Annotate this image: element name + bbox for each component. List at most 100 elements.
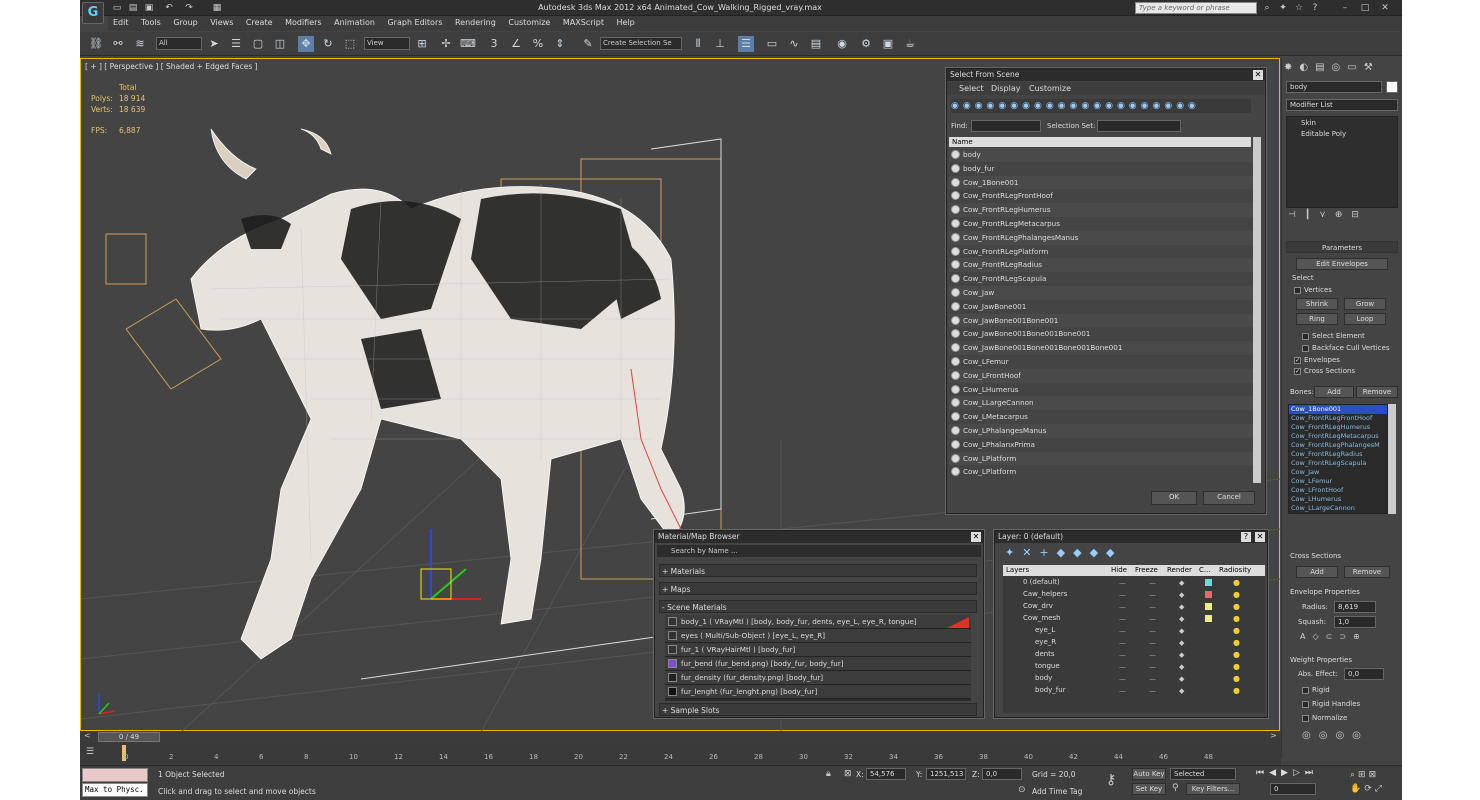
close-icon[interactable]: ✕ [1255,532,1265,542]
maps-section[interactable]: + Maps [659,582,977,595]
layer-color-swatch[interactable] [1205,591,1212,598]
graphite-toolbar-icon[interactable]: ▭ [764,36,780,52]
reference-coord-dropdown[interactable]: View [364,37,410,50]
unlink-icon[interactable]: ⚯ [110,36,126,52]
app-logo-icon[interactable]: G [82,2,104,24]
list-item[interactable]: Cow_FrontRLegScapula [1291,459,1366,468]
auto-key-button[interactable]: Auto Key [1132,768,1166,780]
sfs-find-input[interactable] [971,120,1041,132]
key-icon[interactable]: ⚷ [1106,772,1116,788]
sfs-menu-display[interactable]: Display [991,84,1021,93]
menu-help[interactable]: Help [612,16,640,29]
current-frame-input[interactable]: 0 [1270,783,1316,795]
parameters-rollout[interactable]: Parameters [1286,241,1398,253]
sfs-scrollbar[interactable] [1253,137,1261,483]
track-bar[interactable]: ☰ 0 2 4 6 8 10 12 14 16 18 20 22 24 26 2… [80,743,1281,765]
select-manipulate-icon[interactable]: ✢ [438,36,454,52]
radius-spinner[interactable]: 8,619 [1334,601,1376,613]
layer-row[interactable]: body_fur [1035,686,1066,694]
add-time-tag[interactable]: Add Time Tag [1032,787,1082,796]
list-item[interactable]: Cow_FrontRLegRadius [949,258,1253,273]
key-mode-dropdown[interactable]: Selected [1170,768,1236,780]
envelopes-checkbox[interactable]: ✓ Envelopes [1294,356,1340,364]
layer-row[interactable]: dents [1035,650,1055,658]
material-search-input[interactable]: Search by Name ... [657,545,981,557]
edit-named-selection-icon[interactable]: ✎ [580,36,596,52]
list-item[interactable]: Cow_LFemur [949,355,1253,369]
list-item[interactable]: Cow_LLargeCannon [1291,504,1355,513]
list-item[interactable]: Cow_LLargeCannon [949,396,1253,411]
bind-space-warp-icon[interactable]: ≋ [132,36,148,52]
binoculars-icon[interactable]: ⌕ [1260,2,1274,14]
list-item[interactable]: fur_lenght (fur_lenght.png) [body_fur] [665,685,971,699]
col-layers[interactable]: Layers [1006,565,1029,576]
freeze-column-icons[interactable]: — — — — — — — — — — [1149,577,1169,697]
remove-bone-button[interactable]: Remove [1356,386,1398,398]
angle-snap-icon[interactable]: ∠ [508,36,524,52]
close-icon[interactable]: ✕ [1378,2,1392,14]
layer-color-swatch[interactable] [1205,615,1212,622]
save-file-icon[interactable]: ▣ [142,2,156,14]
select-element-checkbox[interactable]: Select Element [1302,332,1365,340]
menu-tools[interactable]: Tools [136,16,166,29]
edit-envelopes-button[interactable]: Edit Envelopes [1296,258,1388,270]
add-bone-button[interactable]: Add [1314,386,1354,398]
list-item[interactable]: Cow_LMetacarpus [949,410,1253,424]
render-setup-icon[interactable]: ⚙ [858,36,874,52]
menu-customize[interactable]: Customize [503,16,555,29]
layer-row[interactable]: eye_L [1035,626,1055,634]
time-slider-thumb[interactable]: 0 / 49 [98,732,160,742]
maximize-icon[interactable]: □ [1358,2,1372,14]
maxscript-output[interactable]: Max to Physc. [82,783,148,797]
sfs-menu-customize[interactable]: Customize [1029,84,1071,93]
list-item[interactable]: Cow_LPhalangesManus [949,424,1253,438]
pivot-center-icon[interactable]: ⊞ [414,36,430,52]
redo-icon[interactable]: ↷ [182,2,196,14]
col-render[interactable]: Render [1167,565,1192,576]
menu-animation[interactable]: Animation [329,16,380,29]
new-file-icon[interactable]: ▭ [110,2,124,14]
list-item[interactable]: Cow_LPlatform [949,451,1253,466]
list-item[interactable]: Cow_JawBone001Bone001Bone001Bone001 [949,341,1253,355]
list-item[interactable]: Cow_Jaw [1291,468,1319,477]
layer-row[interactable]: eye_R [1035,638,1056,646]
select-move-icon[interactable]: ✥ [298,36,314,52]
time-tag-icon[interactable]: ⊙ [1018,785,1026,795]
select-rotate-icon[interactable]: ↻ [320,36,336,52]
normalize-checkbox[interactable]: Normalize [1302,714,1347,722]
list-item[interactable]: fur_bend (fur_bend.png) [body_fur, body_… [665,657,971,671]
list-item[interactable]: Cow_1Bone001 [1289,405,1387,414]
list-item[interactable]: fur_density (fur_density.png) [body_fur] [665,671,971,685]
layer-row[interactable]: Cow_drv [1023,602,1053,610]
list-item[interactable]: Cow_FrontRLegHumerus [1291,423,1370,432]
ring-button[interactable]: Ring [1296,313,1338,325]
col-hide[interactable]: Hide [1111,565,1127,576]
sfs-filter-toolbar[interactable]: ◉◉◉◉◉◉◉◉◉◉◉◉◉◉◉◉◉◉◉◉◉ [951,99,1251,113]
link-icon[interactable]: ⛓ [88,36,104,52]
sfs-selection-set-dropdown[interactable] [1097,120,1181,132]
list-item[interactable]: Cow_FrontRLegFrontHoof [949,189,1253,204]
transform-mode-icon[interactable]: ⊠ [844,769,852,779]
cross-sections-checkbox[interactable]: ✓ Cross Sections [1294,367,1355,375]
menu-group[interactable]: Group [168,16,202,29]
set-key-button[interactable]: Set Key [1132,783,1166,795]
shrink-button[interactable]: Shrink [1296,298,1338,310]
undo-icon[interactable]: ↶ [162,2,176,14]
select-by-name-icon[interactable]: ☰ [228,36,244,52]
select-object-icon[interactable]: ➤ [206,36,222,52]
modifier-list-dropdown[interactable]: Modifier List [1286,99,1398,111]
window-crossing-icon[interactable]: ◫ [272,36,288,52]
rigid-checkbox[interactable]: Rigid [1302,686,1330,694]
list-item[interactable]: Cow_FrontRLegMetacarpus [949,217,1253,231]
list-item[interactable]: Cow_LFemur [1291,477,1332,486]
list-item[interactable]: fur_1 ( VRayHairMtl ) [body_fur] [665,643,971,657]
list-item[interactable]: Cow_FrontRLegFrontHoof [1291,414,1372,423]
list-item[interactable]: Cow_JawBone001Bone001 [949,313,1253,328]
project-folder-icon[interactable]: ▦ [210,2,224,14]
list-item[interactable]: Cow_LFrontHoof [1291,486,1343,495]
backface-cull-checkbox[interactable]: Backface Cull Vertices [1302,344,1390,352]
radiosity-icons[interactable]: ● ● ● ● ● ● ● ● ● ● [1233,577,1253,697]
loop-button[interactable]: Loop [1344,313,1386,325]
sfs-menu-select[interactable]: Select [959,84,984,93]
key-filter-icon[interactable]: ⚲ [1172,783,1179,793]
